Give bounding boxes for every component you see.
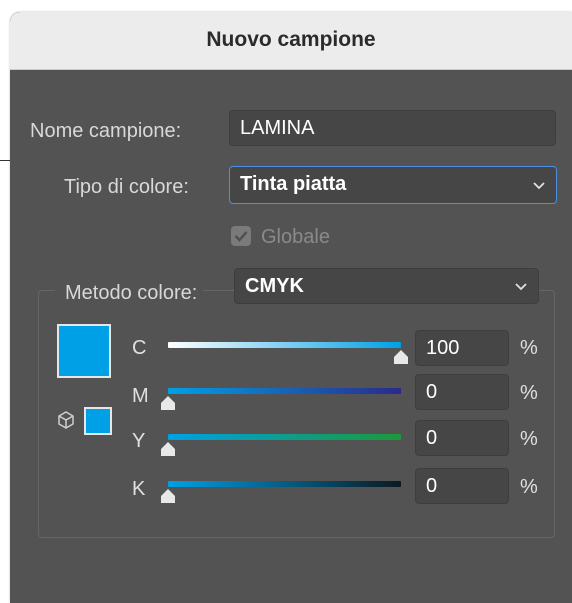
cyan-percent-label: % — [520, 337, 538, 359]
chevron-down-icon — [533, 182, 545, 190]
new-swatch-dialog: Nuovo campione Nome campione: LAMINA Tip… — [10, 12, 572, 603]
yellow-percent-label: % — [520, 428, 538, 450]
dialog-titlebar[interactable]: Nuovo campione — [10, 12, 572, 70]
channel-m-label: M — [132, 385, 149, 407]
color-type-value: Tinta piatta — [240, 173, 347, 195]
black-percent-label: % — [520, 476, 538, 498]
color-type-select[interactable]: Tinta piatta — [229, 166, 557, 204]
out-of-gamut-swatch[interactable] — [84, 407, 112, 435]
cyan-value-input[interactable]: 100 — [415, 330, 509, 366]
swatch-name-input[interactable]: LAMINA — [229, 110, 556, 146]
global-label: Globale — [261, 226, 330, 248]
chevron-down-icon — [515, 283, 527, 291]
magenta-slider-track[interactable] — [168, 388, 401, 394]
yellow-slider-thumb[interactable] — [160, 441, 176, 457]
magenta-percent-label: % — [520, 382, 538, 404]
yellow-slider-track[interactable] — [168, 434, 401, 440]
cyan-slider-track[interactable] — [168, 342, 401, 348]
swatch-name-label: Nome campione: — [30, 120, 182, 142]
channel-c-label: C — [132, 337, 147, 359]
magenta-slider-thumb[interactable] — [160, 395, 176, 411]
checkmark-icon — [234, 231, 248, 242]
black-slider-thumb[interactable] — [160, 488, 176, 504]
cyan-slider-thumb[interactable] — [393, 349, 409, 365]
black-value-input[interactable]: 0 — [415, 468, 509, 504]
magenta-value-input[interactable]: 0 — [415, 374, 509, 410]
black-slider-track[interactable] — [168, 481, 401, 487]
color-mode-select[interactable]: CMYK — [234, 268, 539, 304]
screen: Nuovo campione Nome campione: LAMINA Tip… — [0, 0, 572, 603]
cube-icon[interactable] — [57, 410, 75, 430]
yellow-value-input[interactable]: 0 — [415, 420, 509, 456]
global-checkbox[interactable] — [231, 226, 251, 246]
dialog-title: Nuovo campione — [206, 28, 376, 51]
color-mode-label: Metodo colore: — [55, 282, 204, 305]
color-mode-value: CMYK — [245, 275, 304, 297]
channel-y-label: Y — [132, 430, 146, 452]
background-divider — [0, 160, 10, 161]
color-type-label: Tipo di colore: — [64, 176, 189, 198]
channel-k-label: K — [132, 478, 146, 500]
color-preview-swatch — [57, 324, 111, 378]
